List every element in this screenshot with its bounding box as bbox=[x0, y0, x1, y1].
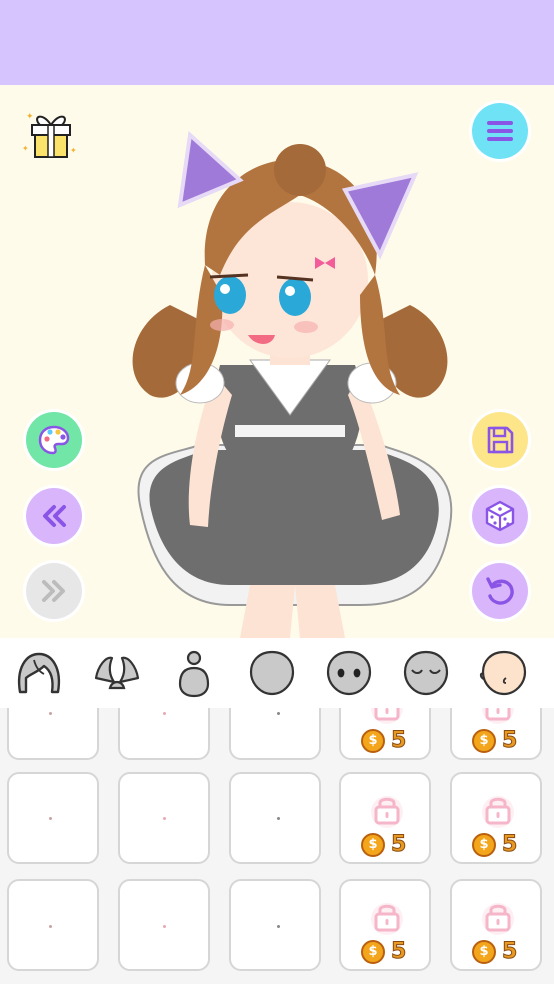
item-price: $5 bbox=[361, 728, 407, 754]
svg-text:✦: ✦ bbox=[22, 144, 29, 153]
coin-icon: $ bbox=[472, 940, 496, 964]
item-cell[interactable] bbox=[118, 708, 210, 760]
undo-button[interactable] bbox=[472, 563, 528, 619]
price-value: 5 bbox=[390, 832, 407, 857]
item-preview bbox=[49, 712, 52, 715]
fast-forward-icon bbox=[42, 580, 65, 602]
palette-icon bbox=[38, 425, 70, 455]
face-tab[interactable] bbox=[476, 644, 532, 702]
coin-icon: $ bbox=[472, 833, 496, 857]
save-icon bbox=[487, 426, 514, 454]
face-icon bbox=[479, 650, 527, 696]
palette-button[interactable] bbox=[26, 412, 82, 468]
lock-icon bbox=[371, 903, 403, 935]
item-cell[interactable] bbox=[229, 772, 321, 864]
item-cell[interactable] bbox=[118, 879, 210, 971]
character-stage: ✦ ✦ ✦ bbox=[0, 85, 554, 638]
item-price: $5 bbox=[472, 832, 518, 858]
item-cell[interactable] bbox=[7, 772, 99, 864]
svg-text:✦: ✦ bbox=[26, 112, 34, 122]
bunny-ears-icon bbox=[94, 656, 140, 690]
eyes-tab[interactable] bbox=[321, 644, 377, 702]
body-icon bbox=[178, 650, 210, 698]
lock-icon bbox=[371, 708, 403, 724]
body-tab[interactable] bbox=[166, 644, 222, 702]
undo-icon bbox=[486, 577, 514, 605]
rewind-button[interactable] bbox=[26, 488, 82, 544]
save-button[interactable] bbox=[472, 412, 528, 468]
coin-icon: $ bbox=[361, 729, 385, 753]
item-cell[interactable] bbox=[229, 708, 321, 760]
price-value: 5 bbox=[390, 728, 407, 753]
coin-icon: $ bbox=[472, 729, 496, 753]
item-cell[interactable] bbox=[229, 879, 321, 971]
item-preview bbox=[49, 925, 52, 928]
fast-forward-button[interactable] bbox=[26, 563, 82, 619]
item-grid: $5 $5 $5 $5 $5 $5 bbox=[0, 708, 554, 984]
locked-item-cell[interactable]: $5 bbox=[339, 879, 431, 971]
coin-icon: $ bbox=[361, 940, 385, 964]
item-preview bbox=[277, 925, 280, 928]
item-preview bbox=[163, 925, 166, 928]
item-cell[interactable] bbox=[7, 879, 99, 971]
menu-button[interactable] bbox=[472, 103, 528, 159]
item-preview bbox=[49, 817, 52, 820]
lock-icon bbox=[482, 708, 514, 724]
locked-item-cell[interactable]: $5 bbox=[339, 772, 431, 864]
price-value: 5 bbox=[501, 832, 518, 857]
eyes-face-icon bbox=[326, 650, 372, 696]
svg-text:✦: ✦ bbox=[70, 146, 77, 155]
item-cell[interactable] bbox=[118, 772, 210, 864]
hair-icon bbox=[17, 652, 61, 694]
item-preview bbox=[277, 712, 280, 715]
top-bar bbox=[0, 0, 554, 85]
locked-item-cell[interactable]: $5 bbox=[450, 772, 542, 864]
sleepy-face-icon bbox=[403, 650, 449, 696]
category-tab-bar bbox=[0, 638, 554, 709]
character-avatar bbox=[132, 131, 453, 638]
locked-item-cell[interactable]: $5 bbox=[450, 708, 542, 760]
item-price: $5 bbox=[472, 939, 518, 965]
locked-item-cell[interactable]: $5 bbox=[450, 879, 542, 971]
rewind-icon bbox=[43, 505, 66, 527]
item-preview bbox=[277, 817, 280, 820]
locked-item-cell[interactable]: $5 bbox=[339, 708, 431, 760]
lock-icon bbox=[371, 796, 403, 828]
coin-icon: $ bbox=[361, 833, 385, 857]
lock-icon bbox=[482, 903, 514, 935]
ears-tab[interactable] bbox=[89, 644, 145, 702]
item-preview bbox=[163, 712, 166, 715]
expression-tab[interactable] bbox=[398, 644, 454, 702]
dice-icon bbox=[485, 500, 515, 532]
head-shape-icon bbox=[249, 650, 295, 696]
item-price: $5 bbox=[361, 832, 407, 858]
item-cell[interactable] bbox=[7, 708, 99, 760]
lock-icon bbox=[482, 796, 514, 828]
item-price: $5 bbox=[472, 728, 518, 754]
random-button[interactable] bbox=[472, 488, 528, 544]
hair-tab[interactable] bbox=[11, 644, 67, 702]
item-preview bbox=[163, 817, 166, 820]
price-value: 5 bbox=[390, 939, 407, 964]
menu-icon bbox=[487, 121, 513, 141]
price-value: 5 bbox=[501, 728, 518, 753]
gift-icon[interactable]: ✦ ✦ ✦ bbox=[20, 107, 80, 163]
head-tab[interactable] bbox=[244, 644, 300, 702]
item-price: $5 bbox=[361, 939, 407, 965]
price-value: 5 bbox=[501, 939, 518, 964]
